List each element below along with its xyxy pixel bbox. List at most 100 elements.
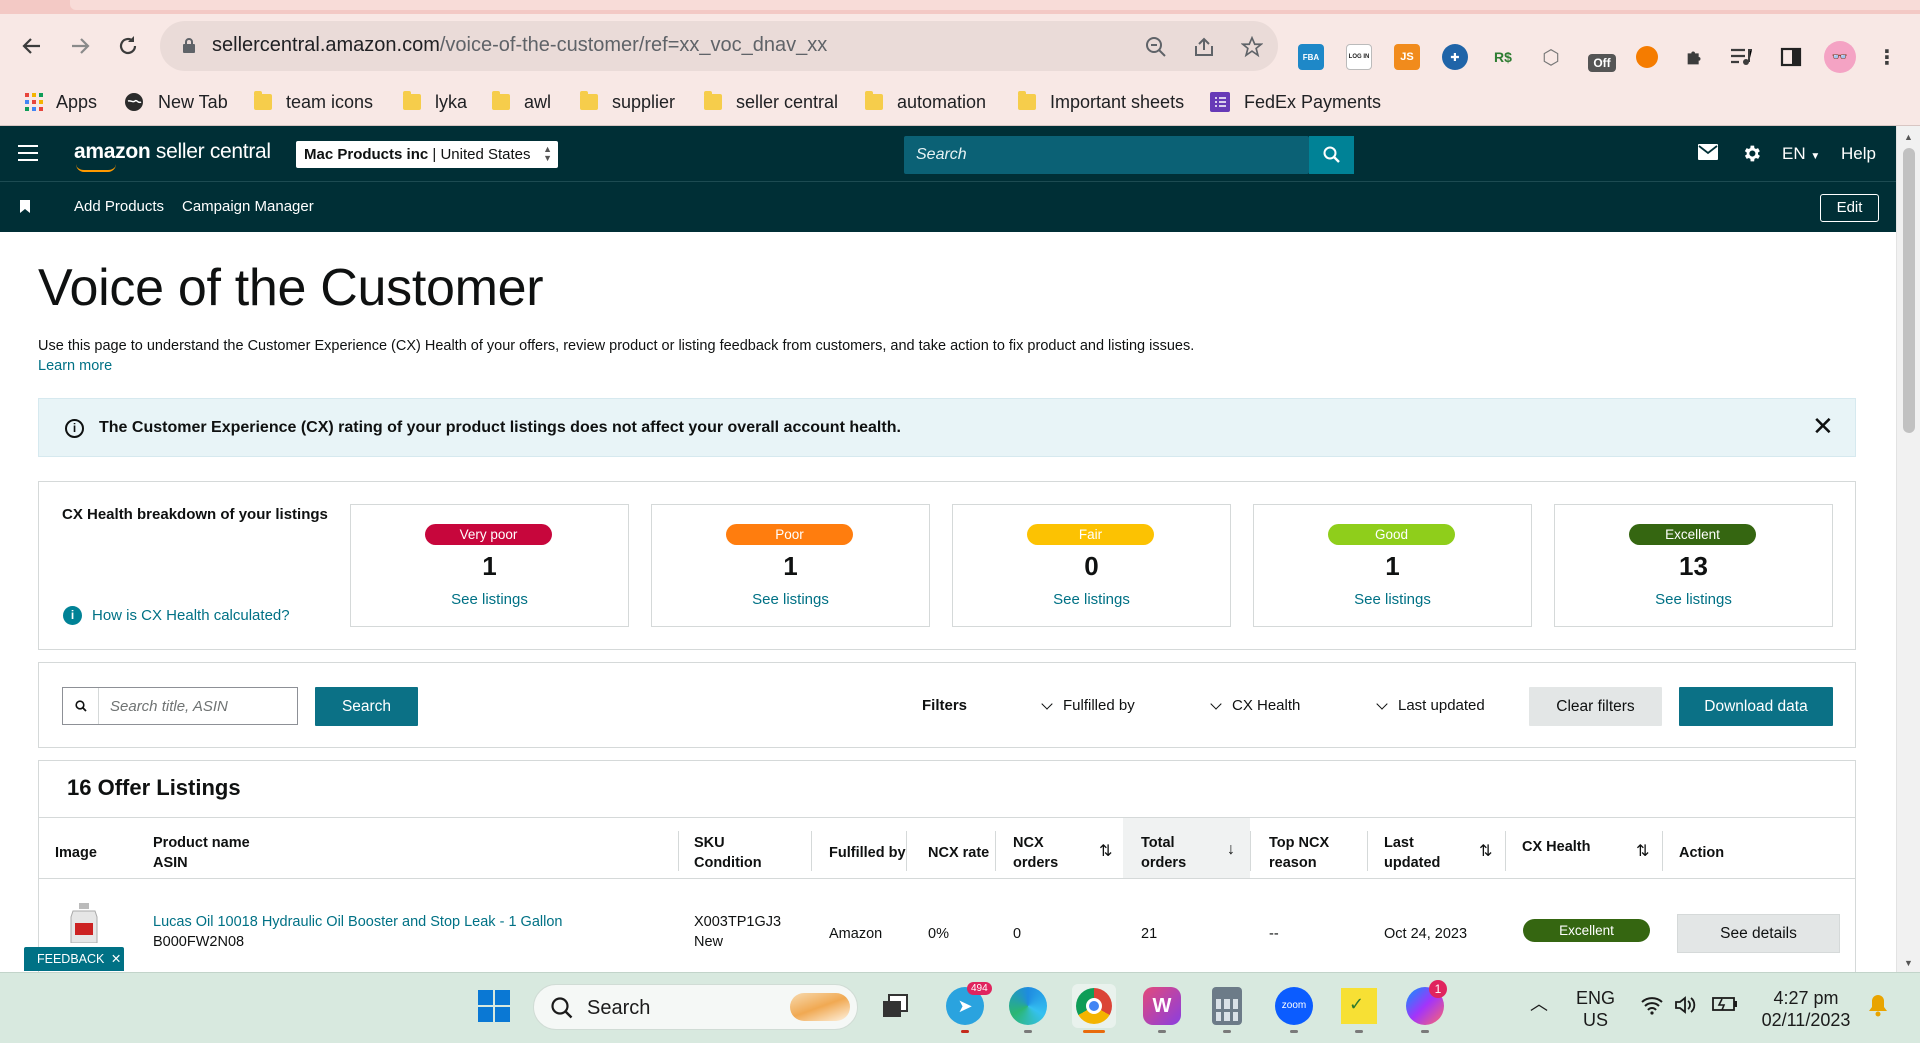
bookmark-apps[interactable]: Apps: [24, 88, 97, 116]
see-listings-link[interactable]: See listings: [1555, 591, 1832, 608]
close-icon[interactable]: ✕: [1812, 413, 1834, 439]
bookmark-seller-central[interactable]: seller central: [704, 88, 838, 116]
volume-icon[interactable]: [1674, 995, 1698, 1020]
product-name-link[interactable]: Lucas Oil 10018 Hydraulic Oil Booster an…: [153, 912, 562, 932]
more-menu-icon[interactable]: ⋮: [1874, 44, 1900, 70]
calculator-icon[interactable]: [1205, 984, 1249, 1033]
cx-card-poor: Poor 1 See listings: [651, 504, 930, 627]
last-updated-dropdown[interactable]: Last updated: [1376, 697, 1485, 714]
language-selector[interactable]: EN ▼: [1782, 144, 1820, 164]
system-clock[interactable]: 4:27 pm 02/11/2023: [1756, 987, 1856, 1031]
cx-health-heading: CX Health breakdown of your listings: [62, 506, 328, 523]
sticky-notes-icon[interactable]: ✓: [1337, 984, 1381, 1033]
media-control-icon[interactable]: [1728, 44, 1754, 70]
circle-ext-icon[interactable]: [1636, 46, 1658, 68]
scroll-down-icon[interactable]: ▼: [1904, 958, 1913, 968]
col-header-ncx-rate: NCX rate: [928, 845, 990, 861]
battery-icon[interactable]: [1712, 995, 1738, 1018]
zoom-icon[interactable]: zoom: [1272, 984, 1316, 1033]
feedback-tab[interactable]: FEEDBACK ✕: [24, 947, 124, 971]
listing-search-input[interactable]: [100, 688, 296, 724]
bookmark-automation[interactable]: automation: [865, 88, 986, 116]
off-icon[interactable]: Off: [1588, 54, 1616, 72]
side-panel-icon[interactable]: [1778, 44, 1804, 70]
see-listings-link[interactable]: See listings: [1254, 591, 1531, 608]
folder-icon: [254, 91, 272, 110]
col-header-cx-health[interactable]: CX Health: [1522, 837, 1591, 857]
lock-icon: [183, 38, 195, 53]
reload-button[interactable]: [110, 28, 146, 64]
scrollbar-thumb[interactable]: [1903, 148, 1915, 433]
scroll-up-icon[interactable]: ▲: [1904, 132, 1913, 142]
bookmark-supplier[interactable]: supplier: [580, 88, 675, 116]
learn-more-link[interactable]: Learn more: [38, 358, 112, 374]
bookmark-important-sheets[interactable]: Important sheets: [1018, 88, 1184, 116]
clear-filters-button[interactable]: Clear filters: [1529, 687, 1662, 726]
col-header-total-orders[interactable]: Total orders: [1141, 833, 1186, 873]
help-link[interactable]: Help: [1841, 144, 1876, 164]
vertical-scrollbar[interactable]: ▲ ▼: [1896, 126, 1920, 972]
how-cx-calculated-link[interactable]: i How is CX Health calculated?: [63, 606, 290, 625]
bookmark-team-icons[interactable]: team icons: [254, 88, 373, 116]
back-button[interactable]: [14, 28, 50, 64]
column-separator: [1505, 831, 1506, 871]
see-listings-link[interactable]: See listings: [351, 591, 628, 608]
edge-icon[interactable]: [1006, 984, 1050, 1033]
language-indicator[interactable]: ENG US: [1576, 987, 1615, 1031]
edit-button[interactable]: Edit: [1820, 194, 1879, 222]
hamburger-menu-icon[interactable]: [18, 145, 38, 161]
task-view-icon[interactable]: [873, 984, 917, 1028]
header-search-button[interactable]: [1309, 136, 1354, 174]
telegram-icon[interactable]: ➤ 494: [943, 982, 992, 1033]
download-data-button[interactable]: Download data: [1679, 687, 1833, 726]
bookmark-star-icon[interactable]: [1238, 33, 1266, 61]
messenger-icon[interactable]: 1: [1403, 980, 1447, 1033]
cube-icon[interactable]: ⬡: [1538, 44, 1564, 70]
rs-icon[interactable]: R$: [1490, 44, 1516, 70]
cx-health-dropdown[interactable]: CX Health: [1210, 697, 1300, 714]
share-icon[interactable]: [1190, 33, 1218, 61]
bookmark-lyka[interactable]: lyka: [403, 88, 467, 116]
col-header-ncx-orders[interactable]: NCX orders: [1013, 833, 1058, 873]
sort-icon[interactable]: ⇅: [1479, 841, 1492, 861]
puzzle-icon[interactable]: [1682, 44, 1708, 70]
chrome-icon[interactable]: [1072, 984, 1116, 1033]
bookmark-fedex-payments[interactable]: FedEx Payments: [1210, 88, 1381, 116]
see-listings-link[interactable]: See listings: [652, 591, 929, 608]
login-icon[interactable]: LOG IN: [1346, 44, 1372, 70]
search-button[interactable]: Search: [315, 687, 418, 726]
bookmark-new-tab[interactable]: New Tab: [124, 88, 228, 116]
nav-add-products[interactable]: Add Products: [74, 198, 164, 215]
address-bar[interactable]: sellercentral.amazon.com/voice-of-the-cu…: [160, 21, 1278, 71]
fulfilled-by-dropdown[interactable]: Fulfilled by: [1041, 697, 1135, 714]
marketplace-selector[interactable]: Mac Products inc | United States ▲ ▼: [296, 141, 558, 168]
header-search-input[interactable]: [904, 136, 1309, 174]
nav-campaign-manager[interactable]: Campaign Manager: [182, 198, 314, 215]
windows-start-icon[interactable]: [472, 984, 516, 1028]
bookmark-awl[interactable]: awl: [492, 88, 551, 116]
zoom-icon[interactable]: [1142, 33, 1170, 61]
sort-icon[interactable]: ⇅: [1099, 841, 1112, 861]
forward-button[interactable]: [62, 28, 98, 64]
taskbar-search[interactable]: Search: [533, 984, 858, 1030]
bookmark-icon[interactable]: [20, 200, 30, 218]
close-icon[interactable]: ✕: [111, 952, 121, 966]
gear-icon[interactable]: [1741, 143, 1763, 163]
chevron-up-icon[interactable]: ︿: [1530, 993, 1548, 1015]
column-separator: [995, 831, 996, 871]
see-details-button[interactable]: See details: [1677, 914, 1840, 953]
sort-icon[interactable]: ⇅: [1636, 841, 1649, 861]
wps-office-icon[interactable]: W: [1140, 984, 1184, 1033]
profile-avatar[interactable]: 👓: [1824, 41, 1856, 73]
see-listings-link[interactable]: See listings: [953, 591, 1230, 608]
browser-tab[interactable]: [70, 0, 1920, 10]
fba-icon[interactable]: FBA: [1298, 44, 1324, 70]
js-icon[interactable]: JS: [1394, 44, 1420, 70]
gamepad-icon[interactable]: ✚: [1442, 44, 1468, 70]
mail-icon[interactable]: [1698, 144, 1720, 164]
notification-bell-icon[interactable]: [1867, 993, 1889, 1022]
col-header-last-updated[interactable]: Last updated: [1384, 833, 1440, 873]
sort-desc-icon[interactable]: ↓: [1227, 841, 1235, 859]
wifi-icon[interactable]: [1640, 995, 1664, 1020]
amazon-seller-central-logo[interactable]: amazon seller central: [74, 140, 271, 172]
